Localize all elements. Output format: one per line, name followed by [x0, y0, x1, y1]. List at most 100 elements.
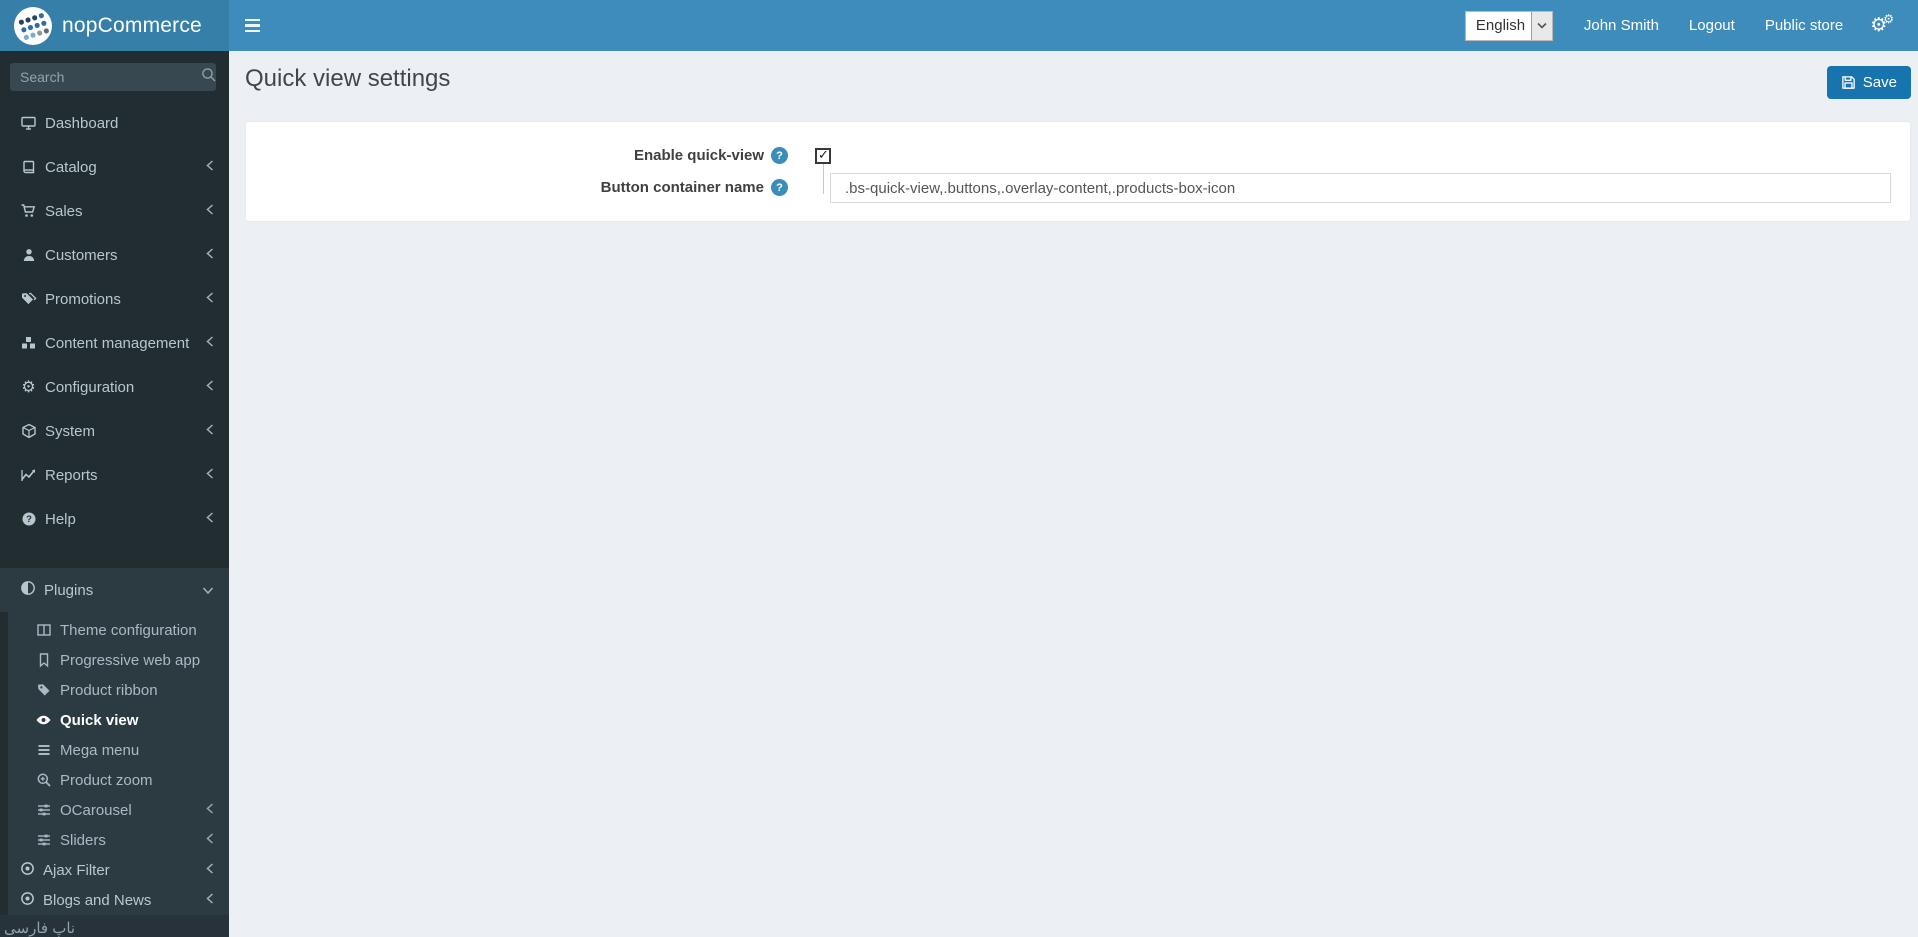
sidebar-item-label: OCarousel — [60, 801, 132, 819]
chevron-left-icon — [206, 862, 214, 879]
tags-icon — [20, 291, 37, 307]
chart-line-icon — [20, 467, 37, 483]
user-icon — [20, 247, 37, 263]
sidebar-toggle-button[interactable] — [229, 0, 275, 51]
cubes-icon — [20, 335, 37, 351]
plugins-submenu: Theme configuration Progressive web app … — [0, 612, 229, 915]
sidebar-item-configuration[interactable]: ⚙ Configuration — [0, 365, 229, 409]
settings-cogs-icon[interactable]: ⚙ ⚙ — [1858, 0, 1904, 51]
sidebar-item-label: Sliders — [60, 831, 106, 849]
sidebar-item-label: Sales — [45, 202, 83, 220]
sidebar-item-ocarousel[interactable]: OCarousel — [8, 795, 229, 825]
chevron-down-icon[interactable] — [1530, 11, 1552, 40]
sidebar-item-catalog[interactable]: Catalog — [0, 145, 229, 189]
sidebar-item-label: Catalog — [45, 158, 97, 176]
package-icon — [20, 423, 37, 439]
sidebar-item-label: Content management — [45, 334, 190, 352]
svg-text:?: ? — [26, 514, 32, 525]
enable-quick-view-label: Enable quick-view — [633, 147, 764, 164]
sidebar-item-product-ribbon[interactable]: Product ribbon — [8, 675, 229, 705]
sidebar-item-sales[interactable]: Sales — [0, 189, 229, 233]
topbar-right: English John Smith Logout Public store ⚙… — [1464, 0, 1904, 51]
sidebar-item-promotions[interactable]: Promotions — [0, 277, 229, 321]
sidebar-item-sliders[interactable]: Sliders — [8, 825, 229, 855]
sidebar-item-label: Ajax Filter — [43, 861, 110, 879]
sidebar-item-label: Product ribbon — [60, 681, 158, 699]
sidebar-item-ajax-filter[interactable]: Ajax Filter — [8, 855, 229, 885]
sidebar-item-mega-menu[interactable]: Mega menu — [8, 735, 229, 765]
sidebar-item-plugins[interactable]: Plugins — [0, 568, 229, 612]
list-icon — [35, 742, 52, 758]
sidebar-item-label: Customers — [45, 246, 118, 264]
search-input[interactable] — [20, 69, 201, 85]
sidebar-item-content-management[interactable]: Content management — [0, 321, 229, 365]
sliders-icon — [35, 832, 52, 848]
sidebar-item-label: Quick view — [60, 711, 139, 729]
brand-name: nopCommerce — [62, 13, 202, 37]
chevron-left-icon — [206, 511, 214, 528]
public-store-link[interactable]: Public store — [1750, 0, 1858, 51]
plugins-section: Plugins Theme configuration Progressive … — [0, 568, 229, 915]
dot-circle-icon — [20, 861, 35, 880]
sidebar-item-label: Reports — [45, 466, 98, 484]
sidebar-item-label: Mega menu — [60, 741, 140, 759]
bookmark-icon — [35, 652, 52, 668]
gears-icon: ⚙ — [21, 377, 36, 396]
sidebar-item-help[interactable]: ? Help — [0, 497, 229, 541]
chevron-left-icon — [206, 892, 214, 909]
chevron-left-icon — [206, 247, 214, 264]
sidebar-search[interactable] — [10, 63, 216, 91]
brand-logo[interactable]: nopCommerce — [0, 0, 229, 51]
enable-quick-view-checkbox[interactable] — [815, 148, 831, 164]
save-button[interactable]: Save — [1826, 66, 1911, 99]
nopcommerce-logo-icon — [14, 6, 52, 45]
logout-link[interactable]: Logout — [1674, 0, 1750, 51]
sidebar-item-dashboard[interactable]: Dashboard — [0, 101, 229, 145]
sidebar-item-blogs-and-news[interactable]: Blogs and News — [8, 885, 229, 915]
chevron-left-icon — [206, 159, 214, 176]
chevron-left-icon — [206, 423, 214, 440]
button-container-name-input[interactable] — [830, 173, 1891, 203]
button-container-name-label-row: Button container name ? — [246, 179, 788, 196]
sidebar-item-label: Configuration — [45, 378, 135, 396]
sidebar-item-quick-view[interactable]: Quick view — [8, 705, 229, 735]
top-navbar: nopCommerce English John Smith Logout Pu… — [0, 0, 1918, 51]
sidebar: Dashboard Catalog Sales Customers Promot… — [0, 51, 229, 937]
sidebar-item-progressive-web-app[interactable]: Progressive web app — [8, 645, 229, 675]
main-content: Quick view settings Save Enable quick-vi… — [229, 51, 1918, 937]
button-container-name-label: Button container name — [600, 179, 764, 196]
chevron-left-icon — [206, 379, 214, 396]
chevron-left-icon — [206, 203, 214, 220]
sliders-icon — [35, 802, 52, 818]
sidebar-item-label: System — [45, 422, 96, 440]
help-circle-icon: ? — [20, 511, 37, 527]
help-badge-icon[interactable]: ? — [771, 147, 788, 164]
current-user-link[interactable]: John Smith — [1569, 0, 1674, 51]
help-badge-icon[interactable]: ? — [771, 179, 788, 196]
chevron-down-icon — [202, 582, 214, 599]
sidebar-footer: ناپ فارسی — [0, 915, 229, 937]
save-floppy-icon — [1841, 75, 1856, 90]
sidebar-item-customers[interactable]: Customers — [0, 233, 229, 277]
sidebar-item-label: Theme configuration — [60, 621, 197, 639]
enable-quick-view-label-row: Enable quick-view ? — [246, 147, 788, 164]
cart-icon — [20, 203, 37, 219]
language-select[interactable]: English — [1464, 10, 1553, 41]
chevron-left-icon — [206, 335, 214, 352]
sidebar-item-system[interactable]: System — [0, 409, 229, 453]
settings-card: Enable quick-view ? Button container nam… — [245, 121, 1911, 222]
eye-icon — [35, 712, 52, 728]
columns-icon — [35, 622, 52, 638]
sidebar-item-reports[interactable]: Reports — [0, 453, 229, 497]
tag-icon — [35, 682, 52, 698]
content-header: Quick view settings Save — [245, 65, 1911, 99]
search-icon[interactable] — [201, 67, 217, 88]
sidebar-item-theme-configuration[interactable]: Theme configuration — [8, 615, 229, 645]
sidebar-item-label: Plugins — [44, 581, 94, 599]
sidebar-footer-link[interactable]: ناپ فارسی — [0, 915, 229, 937]
chevron-left-icon — [206, 802, 214, 819]
sidebar-item-label: Progressive web app — [60, 651, 201, 669]
sidebar-item-product-zoom[interactable]: Product zoom — [8, 765, 229, 795]
sidebar-item-label: Blogs and News — [43, 891, 152, 909]
zoom-icon — [35, 772, 52, 788]
